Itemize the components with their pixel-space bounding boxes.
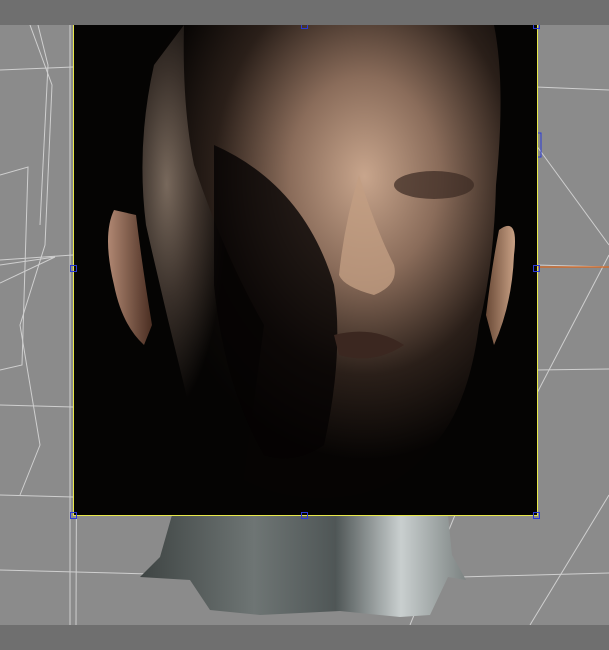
frame-handle-mid-left[interactable] — [70, 265, 77, 272]
bottom-toolbar — [0, 625, 609, 650]
render-frame[interactable] — [73, 25, 538, 516]
frame-handle-bottom-right[interactable] — [533, 512, 540, 519]
frame-handle-mid-right[interactable] — [533, 265, 540, 272]
head-render-icon — [108, 25, 515, 498]
frame-handle-top-right[interactable] — [533, 25, 540, 29]
top-toolbar — [0, 0, 609, 25]
frame-handle-bottom-left[interactable] — [70, 512, 77, 519]
frame-handle-bottom-mid[interactable] — [301, 512, 308, 519]
3d-viewport[interactable] — [0, 25, 609, 625]
frame-handle-top-mid[interactable] — [301, 25, 308, 29]
